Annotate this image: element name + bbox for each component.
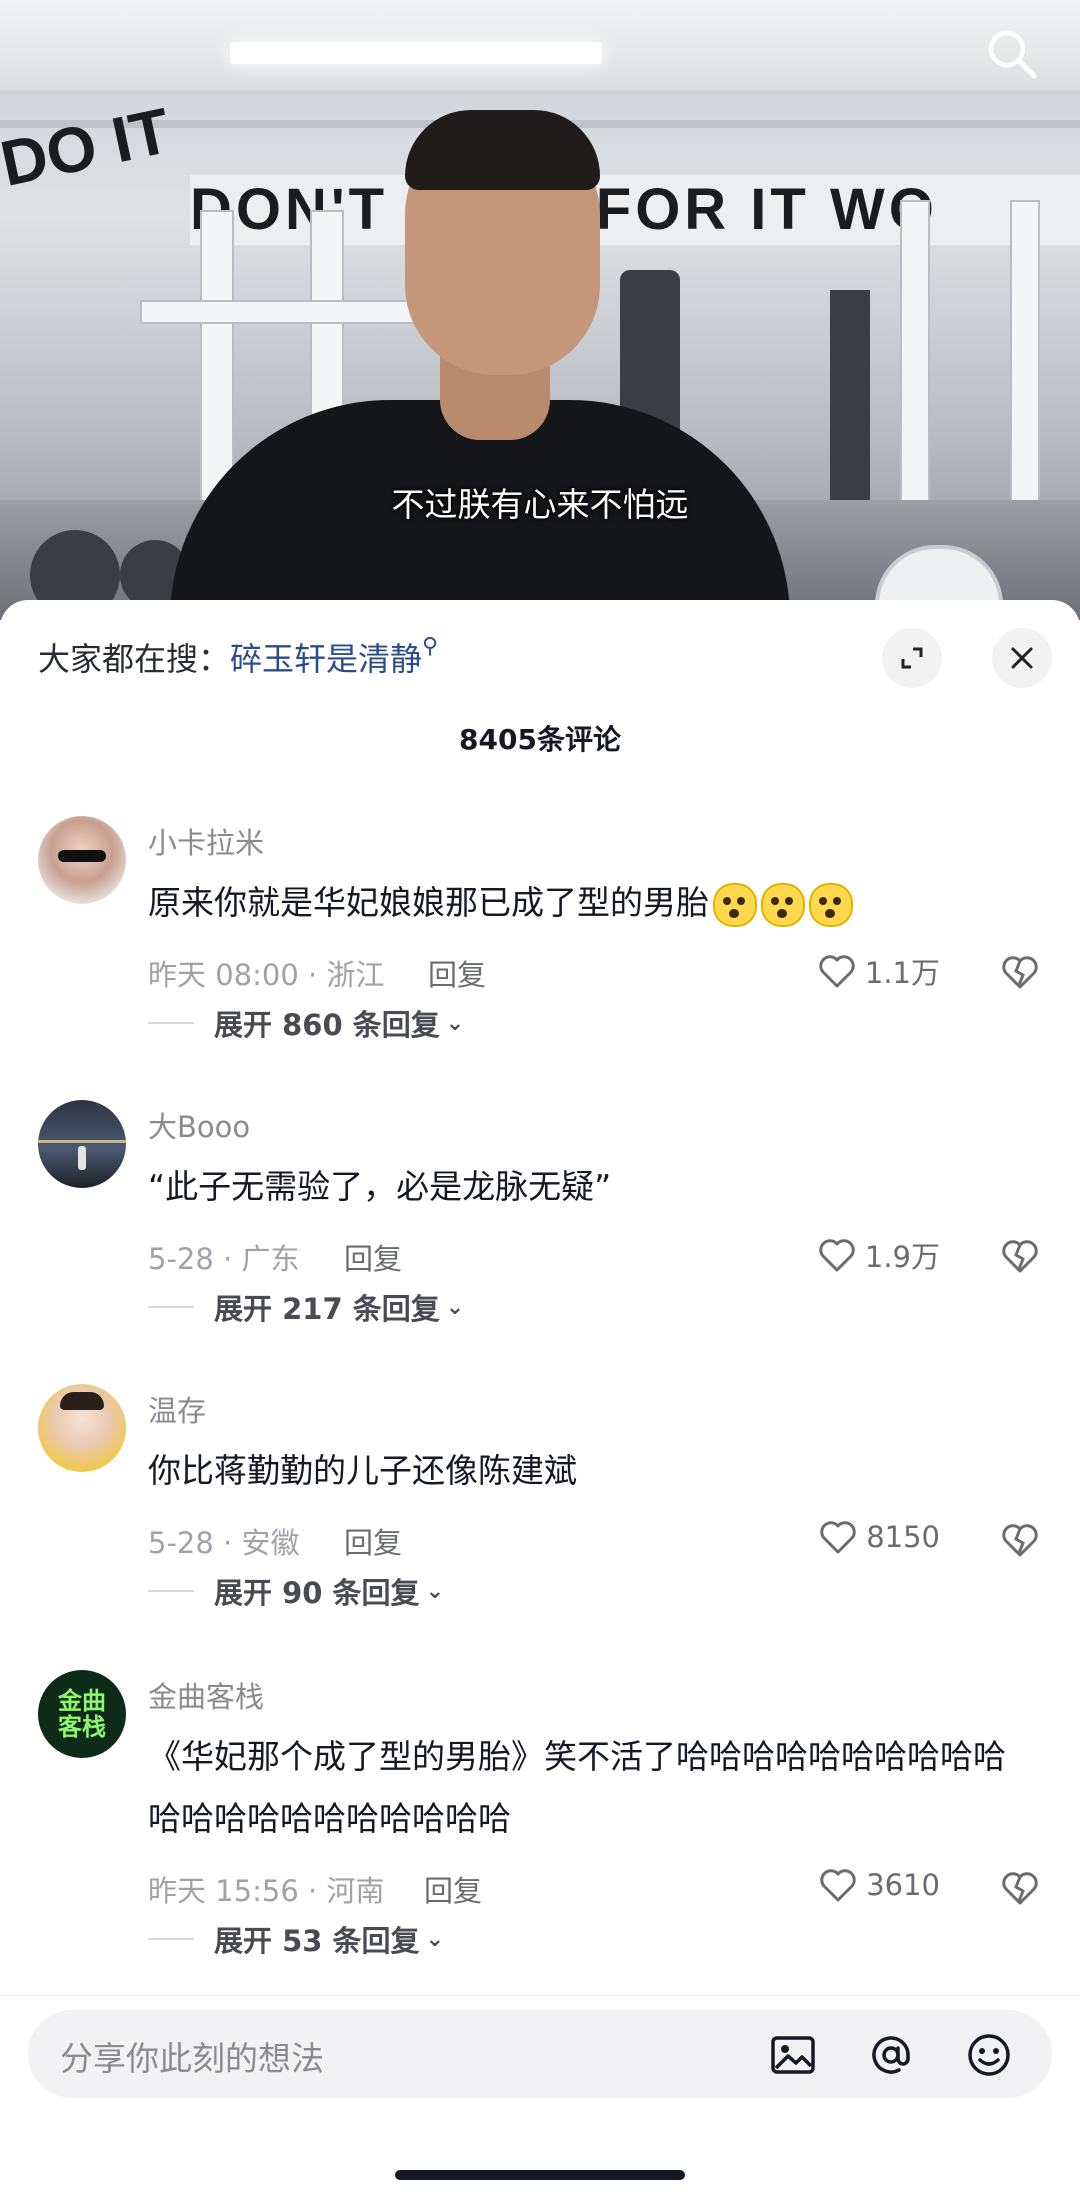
speaker-hair (405, 110, 600, 190)
comment-username[interactable]: 温存 (148, 1388, 206, 1430)
comment-count: 8405条评论 (459, 723, 621, 756)
comment-meta: 昨天 08:00 · 浙江 (148, 958, 385, 992)
heart-icon (820, 1869, 856, 1902)
comment-username[interactable]: 大Booo (148, 1104, 250, 1146)
comment-meta: 昨天 15:56 · 河南 (148, 1874, 385, 1908)
avatar[interactable] (38, 816, 126, 904)
expand-replies-button[interactable]: 展开 53 条回复 ⌄ (214, 1918, 444, 1960)
comment-text: 你比蒋勤勤的儿子还像陈建斌 (148, 1451, 577, 1490)
comment-item: 金曲客栈 金曲客栈 《华妃那个成了型的男胎》笑不活了哈哈哈哈哈哈哈哈哈哈哈哈哈哈… (0, 1670, 1080, 2000)
comment-item: 温存 你比蒋勤勤的儿子还像陈建斌 5-28 · 安徽 回复 8150 展开 90… (0, 1384, 1080, 1644)
emoji-icon[interactable] (964, 2030, 1014, 2080)
chevron-down-icon: ⌄ (425, 1926, 444, 1952)
close-icon[interactable] (992, 628, 1052, 688)
chevron-down-icon: ⌄ (425, 1578, 444, 1604)
hot-search-prefix: 大家都在搜： (38, 640, 231, 678)
avatar-text: 金曲客栈 (58, 1687, 106, 1741)
avatar[interactable]: 金曲客栈 (38, 1670, 126, 1758)
reply-button[interactable]: 回复 (428, 952, 486, 994)
comment-text: 原来你就是华妃娘娘那已成了型的男胎 (148, 872, 1048, 934)
comment-input-bar: 分享你此刻的想法 (0, 1995, 1080, 2195)
expand-divider (148, 1938, 194, 1940)
shocked-emoji-icon (761, 882, 805, 927)
expand-replies-label: 展开 53 条回复 (214, 1924, 420, 1958)
avatar[interactable] (38, 1384, 126, 1472)
like-button[interactable]: 1.9万 (817, 1234, 940, 1276)
comment-username[interactable]: 小卡拉米 (148, 820, 264, 862)
like-count: 1.9万 (864, 1240, 940, 1274)
expand-replies-label: 展开 90 条回复 (214, 1576, 420, 1610)
heart-icon (819, 1239, 855, 1272)
comment-meta: 5-28 · 广东 (148, 1242, 300, 1276)
expand-divider (148, 1590, 194, 1592)
comment-sheet: 大家都在搜：碎玉轩是清静⚲ 8405条评论 小卡拉米 原来你就是华妃娘娘那已成了… (0, 600, 1080, 2194)
comment-input-placeholder: 分享你此刻的想法 (60, 2039, 324, 2078)
dislike-icon[interactable] (1000, 1520, 1040, 1560)
fullscreen-icon[interactable] (882, 628, 942, 688)
comment-input[interactable]: 分享你此刻的想法 (28, 2010, 1052, 2098)
like-count: 3610 (866, 1868, 940, 1902)
expand-divider (148, 1022, 194, 1024)
like-button[interactable]: 3610 (818, 1866, 940, 1904)
ceiling-light (230, 42, 602, 64)
comment-item: 大Booo “此子无需验了，必是龙脉无疑” 5-28 · 广东 回复 1.9万 … (0, 1100, 1080, 1360)
like-count: 8150 (866, 1520, 940, 1554)
shocked-emoji-icon (809, 882, 853, 927)
shocked-emoji-icon (713, 882, 757, 927)
home-indicator (395, 2170, 685, 2180)
avatar[interactable] (38, 1100, 126, 1188)
video-subtitle: 不过朕有心来不怕远 (391, 485, 689, 524)
comment-text: “此子无需验了，必是龙脉无疑” (148, 1167, 612, 1206)
like-count: 1.1万 (864, 956, 940, 990)
reply-button[interactable]: 回复 (344, 1520, 402, 1562)
gym-rack (140, 300, 444, 324)
image-icon[interactable] (768, 2030, 818, 2080)
expand-replies-button[interactable]: 展开 860 条回复 ⌄ (214, 1002, 464, 1044)
dislike-icon[interactable] (1000, 1868, 1040, 1908)
comment-username[interactable]: 金曲客栈 (148, 1674, 264, 1716)
expand-replies-button[interactable]: 展开 90 条回复 ⌄ (214, 1570, 444, 1612)
wall-slogan-left: DO IT (0, 94, 177, 200)
dislike-icon[interactable] (1000, 952, 1040, 992)
expand-replies-label: 展开 860 条回复 (214, 1008, 440, 1042)
chevron-down-icon: ⌄ (445, 1294, 465, 1320)
video-player[interactable]: DO IT DON'T WISH FOR IT WO 不过朕有心来不怕远 (0, 0, 1080, 620)
like-button[interactable]: 8150 (818, 1518, 940, 1556)
comment-item: 小卡拉米 原来你就是华妃娘娘那已成了型的男胎 昨天 08:00 · 浙江 回复 … (0, 816, 1080, 1076)
hot-search-magnifier-icon: ⚲ (422, 634, 439, 659)
comment-meta: 5-28 · 安徽 (148, 1526, 300, 1560)
hot-search-term[interactable]: 碎玉轩是清静 (230, 640, 422, 678)
hot-search[interactable]: 大家都在搜：碎玉轩是清静⚲ (38, 634, 438, 680)
comment-text: 《华妃那个成了型的男胎》笑不活了哈哈哈哈哈哈哈哈哈哈哈哈哈哈哈哈哈哈哈哈哈 (148, 1737, 1006, 1838)
search-icon[interactable] (982, 24, 1042, 84)
expand-replies-label: 展开 217 条回复 (214, 1292, 440, 1326)
dislike-icon[interactable] (1000, 1236, 1040, 1276)
expand-divider (148, 1306, 194, 1308)
heart-icon (820, 1521, 856, 1554)
heart-icon (819, 955, 855, 988)
like-button[interactable]: 1.1万 (817, 950, 940, 992)
reply-button[interactable]: 回复 (344, 1236, 402, 1278)
comment-body: 原来你就是华妃娘娘那已成了型的男胎 (148, 883, 709, 922)
reply-button[interactable]: 回复 (424, 1868, 482, 1910)
expand-replies-button[interactable]: 展开 217 条回复 ⌄ (214, 1286, 464, 1328)
chevron-down-icon: ⌄ (445, 1010, 465, 1036)
at-icon[interactable] (866, 2030, 916, 2080)
